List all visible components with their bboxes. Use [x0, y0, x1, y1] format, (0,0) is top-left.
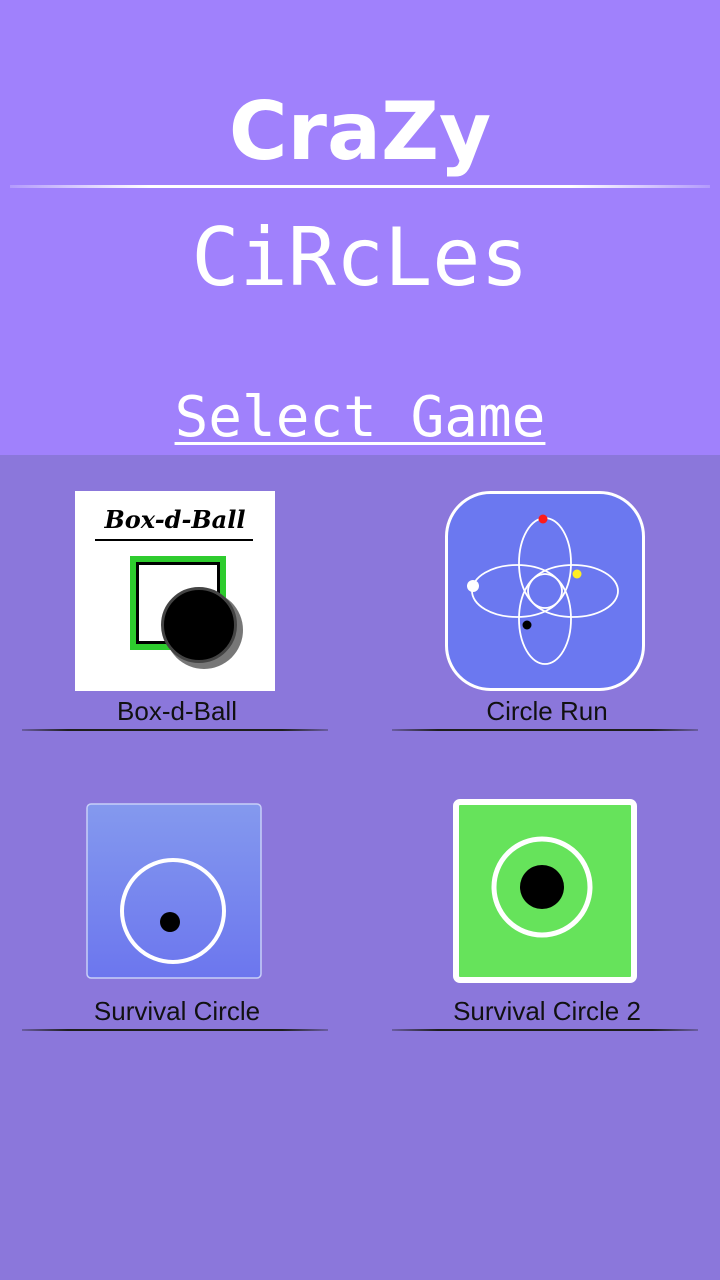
label-divider — [22, 1029, 328, 1031]
game-label-survival-circle[interactable]: Survival Circle — [22, 995, 332, 1027]
title-divider — [10, 185, 710, 188]
game-item-survival-circle[interactable]: Survival Circle — [22, 491, 332, 1036]
survival-circle-icon[interactable] — [86, 803, 262, 979]
select-game-heading: Select Game — [174, 385, 546, 450]
survival-circle-2-icon[interactable] — [453, 799, 637, 983]
game-label-survival-circle-2[interactable]: Survival Circle 2 — [392, 995, 702, 1027]
label-divider — [392, 1029, 698, 1031]
game-item-survival-circle-2[interactable]: Survival Circle 2 — [392, 491, 702, 1036]
app-title-circles: CiRcLes — [191, 211, 529, 304]
header: CraZy CiRcLes Select Game — [0, 0, 720, 455]
app-title-crazy: CraZy — [228, 85, 492, 178]
